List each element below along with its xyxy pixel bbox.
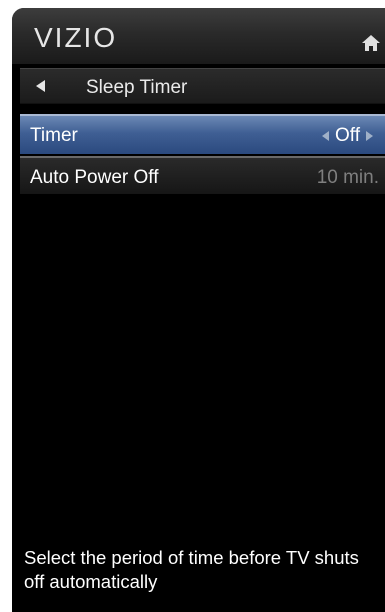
page-title: Sleep Timer (86, 77, 188, 98)
left-arrow-icon (36, 80, 45, 92)
left-arrow-icon[interactable] (322, 125, 329, 147)
help-text: Select the period of time before TV shut… (24, 547, 359, 592)
timer-value-selector[interactable]: Off (316, 125, 379, 147)
home-icon[interactable] (361, 34, 381, 52)
right-arrow-icon[interactable] (366, 125, 373, 147)
back-button[interactable] (20, 69, 82, 103)
menu-panel: VIZIO Sleep Timer Timer Off Auto Power O… (12, 8, 385, 612)
menu-item-auto-power-off[interactable]: Auto Power Off 10 min. (20, 156, 385, 194)
title-bar: Sleep Timer (20, 68, 385, 104)
timer-value: Off (335, 125, 360, 146)
vizio-logo: VIZIO (34, 22, 118, 53)
header-bar: VIZIO (12, 8, 385, 64)
auto-power-off-value: 10 min. (316, 167, 379, 188)
menu-item-label: Timer (30, 125, 78, 146)
menu-item-timer[interactable]: Timer Off (20, 114, 385, 154)
menu-item-label: Auto Power Off (30, 167, 159, 188)
